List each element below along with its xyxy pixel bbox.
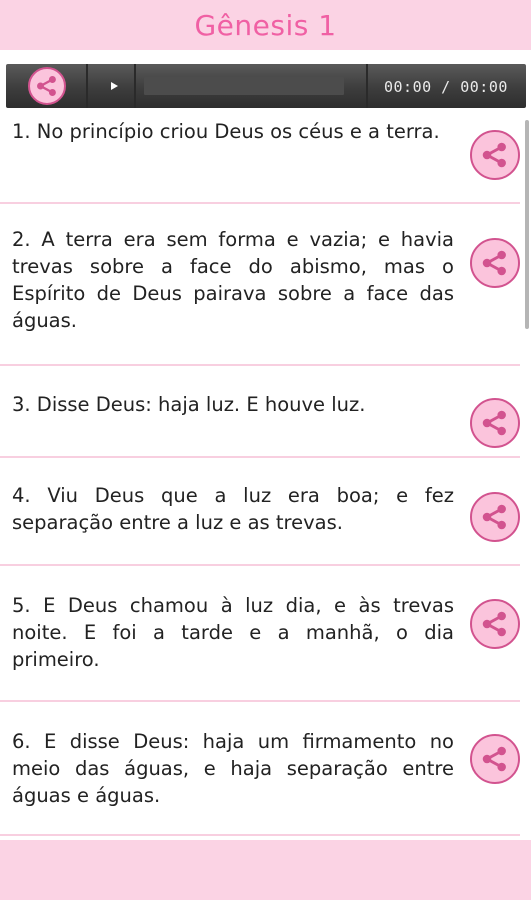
verse-item: 1. No princípio criou Deus os céus e a t… xyxy=(0,108,520,204)
verse-item: 2. A terra era sem forma e vazia; e havi… xyxy=(0,204,520,366)
page-title: Gênesis 1 xyxy=(194,8,337,42)
share-icon xyxy=(482,611,506,637)
audio-player: 00:00 / 00:00 xyxy=(6,64,526,108)
play-icon xyxy=(110,82,118,90)
verse-text: 6. E disse Deus: haja um firmamento no m… xyxy=(12,730,454,807)
verse-text: 5. E Deus chamou à luz dia, e às trevas … xyxy=(12,594,454,671)
time-display: 00:00 / 00:00 xyxy=(384,78,508,96)
share-icon xyxy=(482,746,506,772)
scrollbar[interactable] xyxy=(525,120,529,329)
player-divider xyxy=(86,64,88,108)
verse-item: 3. Disse Deus: haja luz. E houve luz. xyxy=(0,366,520,458)
share-icon xyxy=(482,504,506,530)
verse-item: 4. Viu Deus que a luz era boa; e fez sep… xyxy=(0,458,520,566)
player-divider xyxy=(134,64,136,108)
verse-text: 1. No princípio criou Deus os céus e a t… xyxy=(12,120,440,143)
verse-text: 2. A terra era sem forma e vazia; e havi… xyxy=(12,228,454,332)
player-divider xyxy=(366,64,368,108)
verse-item: 5. E Deus chamou à luz dia, e às trevas … xyxy=(0,566,520,702)
progress-slider[interactable] xyxy=(144,77,344,95)
verse-share-button[interactable] xyxy=(470,398,520,448)
app-header: Gênesis 1 xyxy=(0,0,531,50)
verse-share-button[interactable] xyxy=(470,130,520,180)
verse-share-button[interactable] xyxy=(470,599,520,649)
share-icon xyxy=(482,250,506,276)
share-icon xyxy=(37,76,56,96)
share-icon xyxy=(482,142,506,168)
share-icon xyxy=(482,410,506,436)
verse-share-button[interactable] xyxy=(470,238,520,288)
footer-bar xyxy=(0,840,531,900)
verse-text: 3. Disse Deus: haja luz. E houve luz. xyxy=(12,393,366,416)
player-share-button[interactable] xyxy=(28,67,66,105)
verse-item: 6. E disse Deus: haja um firmamento no m… xyxy=(0,702,520,836)
verse-share-button[interactable] xyxy=(470,734,520,784)
play-button[interactable] xyxy=(102,74,126,98)
verse-share-button[interactable] xyxy=(470,492,520,542)
verse-list[interactable]: 00:00 / 00:00 1. No princípio criou Deus… xyxy=(0,50,531,840)
verse-text: 4. Viu Deus que a luz era boa; e fez sep… xyxy=(12,484,454,534)
